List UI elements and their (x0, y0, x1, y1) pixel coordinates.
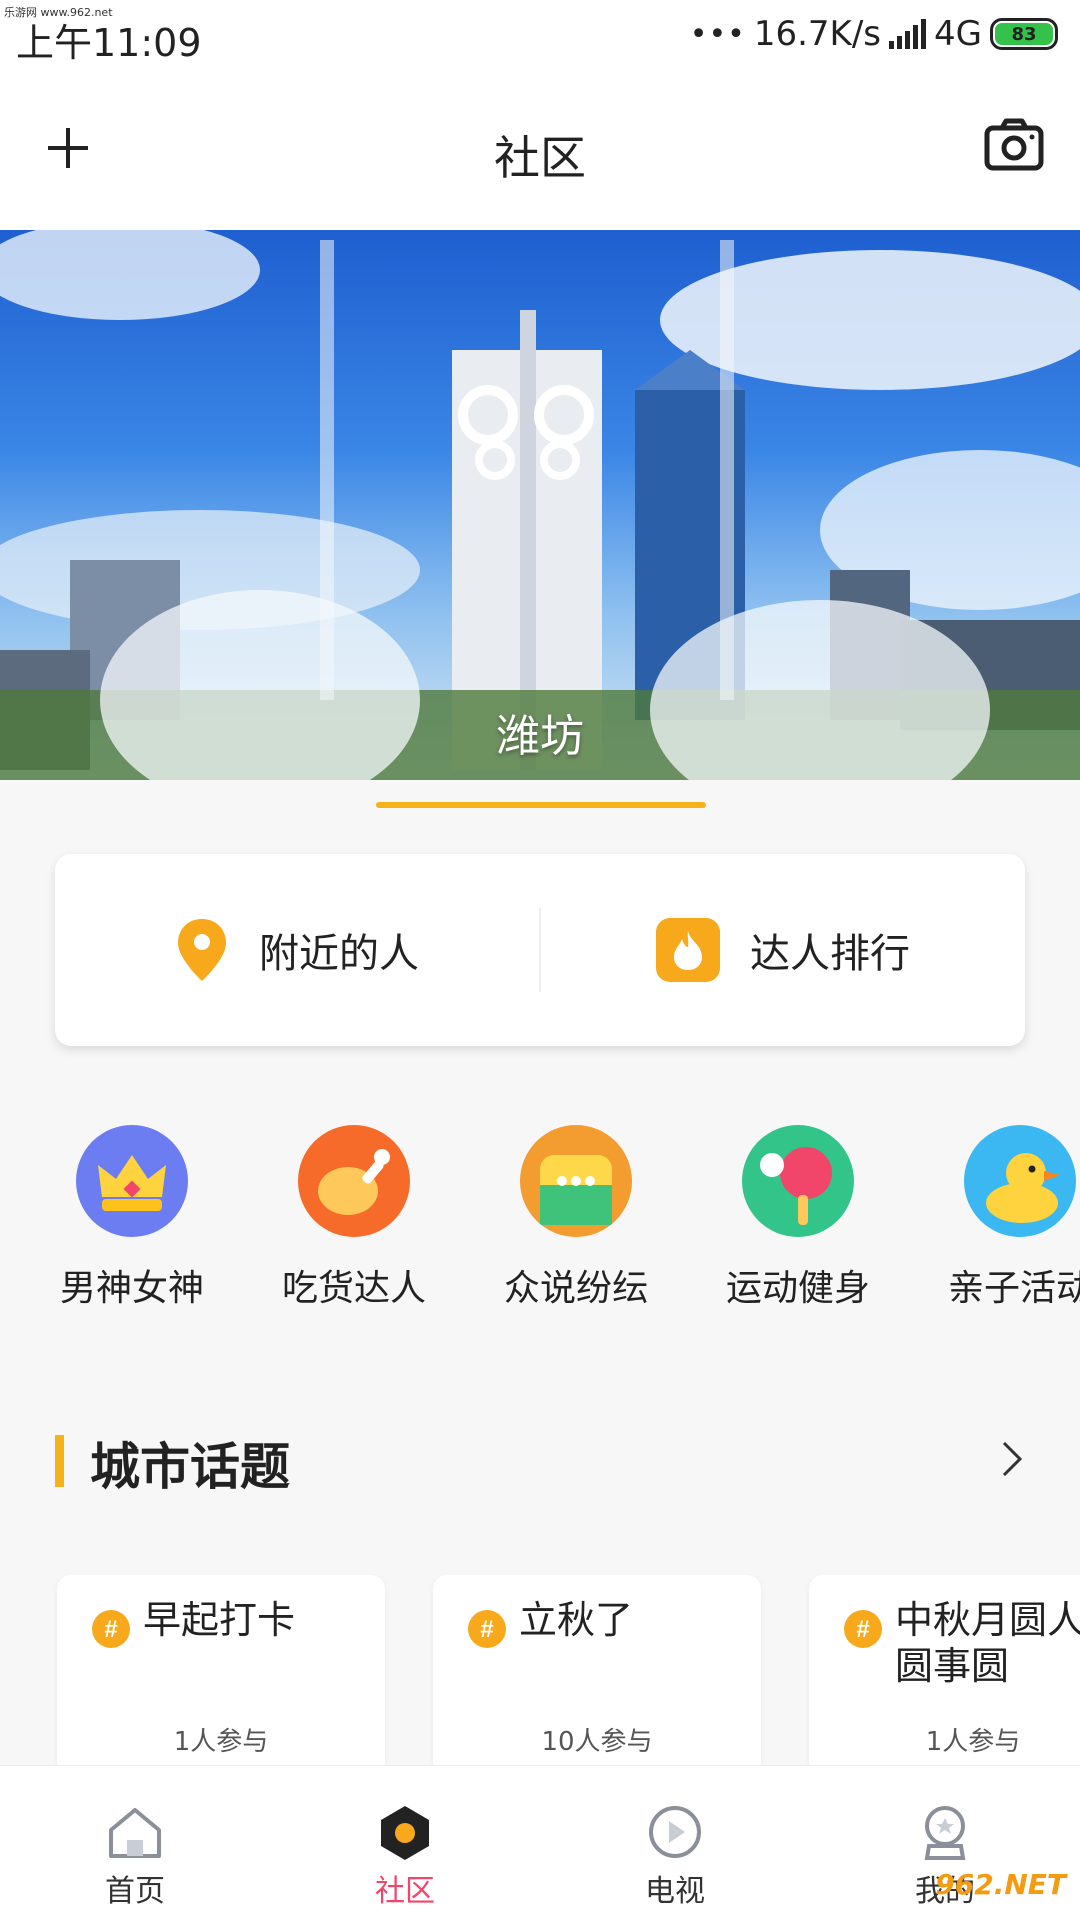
ping-pong-icon (742, 1125, 854, 1237)
status-time: 上午11:09 (16, 21, 202, 65)
quick-actions-card: 附近的人 达人排行 (55, 854, 1025, 1046)
topic-card[interactable]: # 立秋了 10人参与 (433, 1575, 761, 1765)
battery-icon: 83 (990, 18, 1058, 50)
section-accent-bar (55, 1435, 64, 1487)
topic-card[interactable]: # 早起打卡 1人参与 (57, 1575, 385, 1765)
bottom-navigation: 首页 社区 电视 我的 (0, 1765, 1080, 1920)
svg-text:#: # (480, 1616, 493, 1643)
banner-indicator (376, 802, 706, 808)
chicken-leg-icon (298, 1125, 410, 1237)
topic-participants: 1人参与 (925, 1727, 1021, 1757)
tab-label: 社区 (375, 1874, 435, 1909)
talent-ranking-label: 达人排行 (750, 931, 910, 977)
tab-label: 首页 (105, 1874, 165, 1909)
topic-title-line: 圆事圆 (895, 1644, 1010, 1688)
tab-label: 电视 (645, 1874, 705, 1909)
network-speed: 16.7K/s (753, 14, 882, 54)
city-topics-header[interactable]: 城市话题 (0, 1425, 1080, 1496)
chat-bubble-icon (520, 1125, 632, 1237)
status-bar: 乐游网 www.962.net 上午11:09 ••• 16.7K/s 4G 8… (0, 0, 1080, 70)
nearby-people-label: 附近的人 (259, 931, 419, 977)
tab-tv[interactable]: 电视 (540, 1766, 810, 1920)
topic-title: 早起打卡 (143, 1598, 296, 1642)
profile-icon (924, 1806, 966, 1860)
category-label: 众说纷纭 (503, 1268, 648, 1309)
signal-icon (889, 19, 927, 49)
banner-image (0, 230, 1080, 780)
category-item[interactable]: 运动健身 (698, 1125, 898, 1311)
category-item[interactable]: 吃货达人 (254, 1125, 454, 1311)
topic-participants: 10人参与 (541, 1727, 653, 1757)
network-type: 4G (934, 14, 982, 54)
category-label: 吃货达人 (281, 1268, 426, 1309)
tab-community[interactable]: 社区 (270, 1766, 540, 1920)
topic-cards: # 早起打卡 1人参与 # 立秋了 10人参与 # 中秋月圆人 圆事圆 1人参与 (0, 1575, 1080, 1765)
crown-icon (76, 1125, 188, 1237)
camera-icon[interactable] (984, 118, 1044, 172)
svg-text:#: # (104, 1616, 117, 1643)
category-label: 亲子活动 (947, 1268, 1080, 1309)
section-title: 城市话题 (90, 1438, 290, 1496)
hashtag-icon: # (468, 1610, 506, 1648)
topic-participants: 1人参与 (173, 1727, 269, 1757)
svg-text:#: # (856, 1616, 869, 1643)
home-icon (109, 1808, 161, 1858)
community-icon (381, 1806, 429, 1860)
flame-icon (656, 918, 720, 982)
topic-title: 立秋了 (519, 1598, 634, 1642)
hashtag-icon: # (92, 1610, 130, 1648)
category-item[interactable]: 众说纷纭 (476, 1125, 676, 1311)
page-title: 社区 (494, 131, 586, 185)
category-label: 男神女神 (59, 1268, 204, 1309)
banner-caption: 潍坊 (496, 711, 584, 762)
topic-card[interactable]: # 中秋月圆人 圆事圆 1人参与 (809, 1575, 1080, 1765)
tv-play-icon (649, 1806, 701, 1858)
topic-title: 中秋月圆人 圆事圆 (895, 1597, 1080, 1689)
nearby-people-button[interactable]: 附近的人 (55, 854, 539, 1046)
category-item[interactable]: 亲子活动 (920, 1125, 1080, 1311)
category-row: 男神女神 吃货达人 众说纷纭 运动健身 亲子活动 (0, 1125, 1080, 1325)
watermark-logo: 962.NET (935, 1868, 1066, 1901)
location-pin-icon (178, 919, 226, 981)
talent-ranking-button[interactable]: 达人排行 (541, 854, 1025, 1046)
dots-icon: ••• (689, 16, 746, 52)
category-label: 运动健身 (725, 1268, 870, 1309)
chevron-right-icon[interactable] (992, 1439, 1032, 1479)
duck-icon (964, 1125, 1076, 1237)
status-indicators: ••• 16.7K/s 4G 83 (690, 14, 1058, 54)
hashtag-icon: # (844, 1610, 882, 1648)
category-item[interactable]: 男神女神 (32, 1125, 232, 1311)
tab-home[interactable]: 首页 (0, 1766, 270, 1920)
city-banner[interactable]: 潍坊 (0, 230, 1080, 780)
topic-title-line: 中秋月圆人 (895, 1598, 1080, 1642)
battery-level: 83 (995, 23, 1053, 45)
app-header: 社区 (0, 70, 1080, 230)
